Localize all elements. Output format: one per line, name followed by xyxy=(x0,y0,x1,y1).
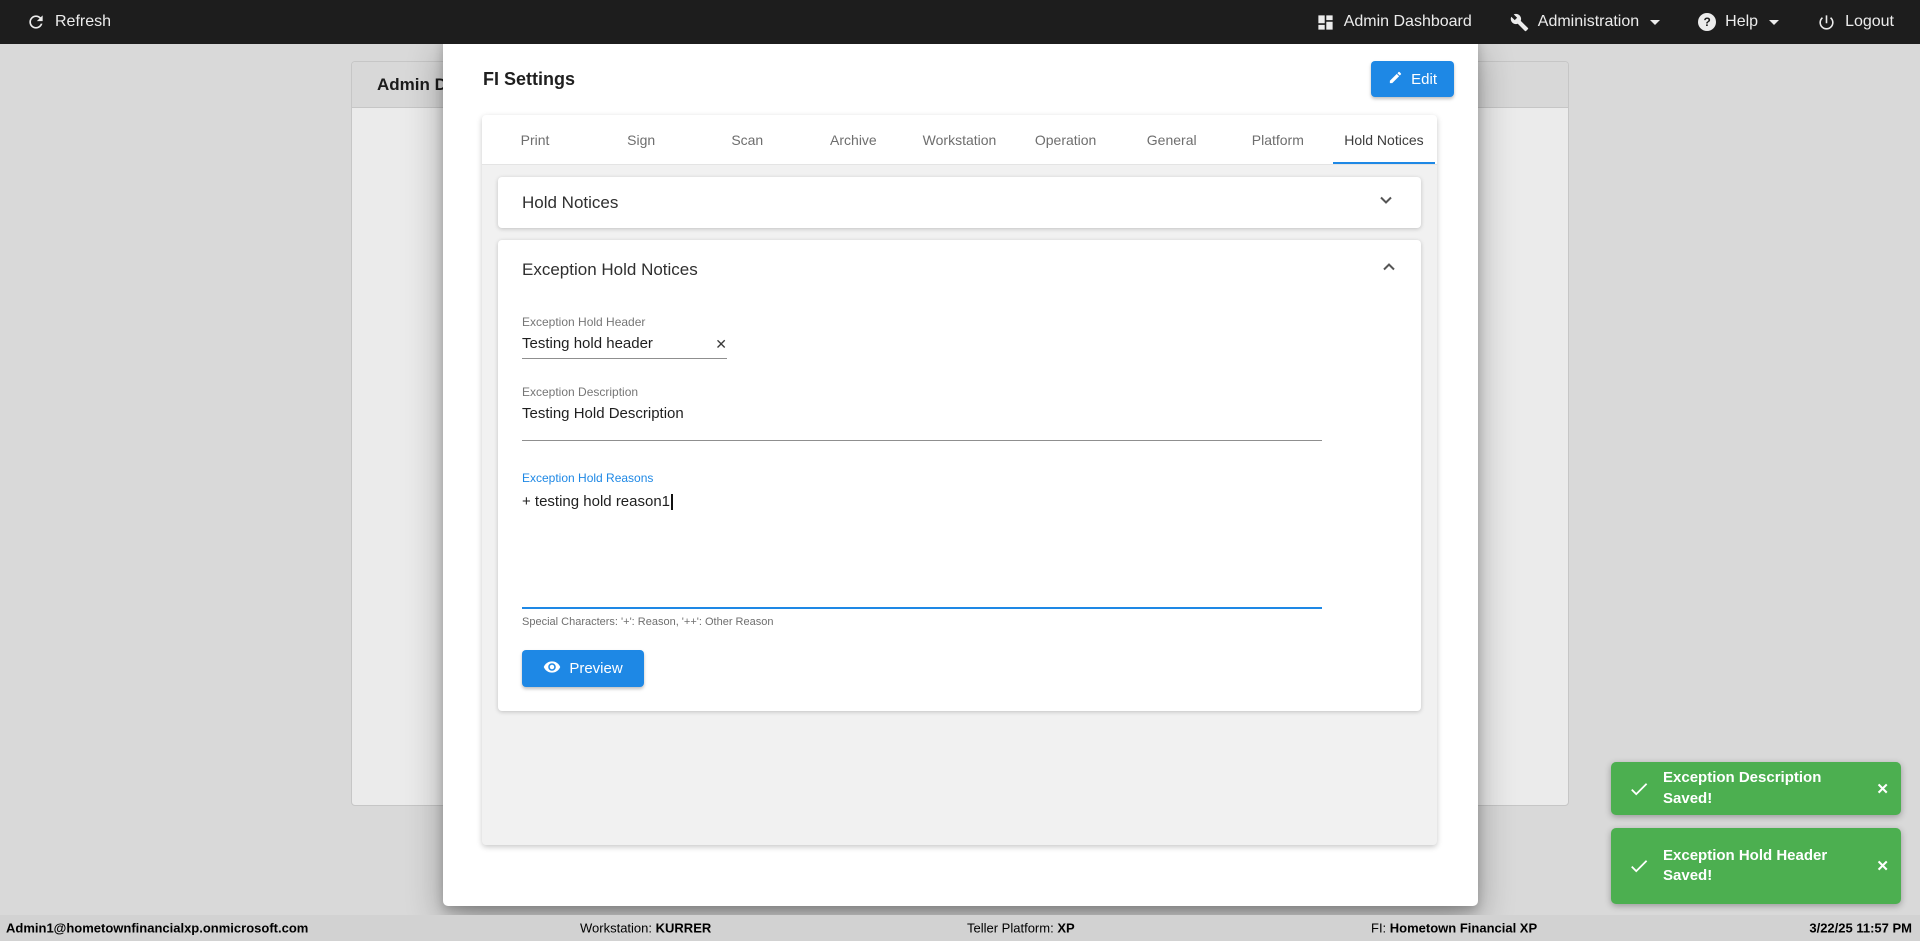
background-card-title: Admin D xyxy=(377,75,447,95)
chevron-down-icon xyxy=(1650,20,1660,25)
exception-description-label: Exception Description xyxy=(522,385,1397,399)
text-cursor xyxy=(671,494,673,510)
edit-button-label: Edit xyxy=(1411,71,1437,88)
close-icon[interactable]: ✕ xyxy=(1876,857,1889,875)
exception-panel-title: Exception Hold Notices xyxy=(522,260,698,280)
tab-general[interactable]: General xyxy=(1119,115,1225,164)
refresh-label: Refresh xyxy=(55,13,111,31)
footer-fi: FI: Hometown Financial XP xyxy=(1371,921,1537,936)
tab-scan[interactable]: Scan xyxy=(694,115,800,164)
footer-workstation: Workstation: KURRER xyxy=(580,921,711,936)
footer-teller-platform: Teller Platform: XP xyxy=(967,921,1075,936)
tab-workstation[interactable]: Workstation xyxy=(906,115,1012,164)
dashboard-icon xyxy=(1316,13,1335,32)
hold-notices-expansion-panel[interactable]: Hold Notices xyxy=(498,177,1421,228)
exception-description-value: Testing Hold Description xyxy=(522,405,684,422)
exception-hold-reasons-textarea[interactable]: + testing hold reason1 xyxy=(522,491,1322,609)
active-tab-indicator xyxy=(1333,162,1435,164)
top-navigation-bar: Refresh Admin Dashboard Administration ?… xyxy=(0,0,1920,44)
tab-label: Hold Notices xyxy=(1344,132,1423,148)
settings-card: Print Sign Scan Archive Workstation Oper… xyxy=(482,115,1437,845)
admin-dashboard-label: Admin Dashboard xyxy=(1344,13,1472,31)
administration-menu[interactable]: Administration xyxy=(1510,13,1660,32)
exception-hold-notices-panel: Exception Hold Notices Exception Hold He… xyxy=(498,240,1421,711)
exception-description-input[interactable]: Testing Hold Description xyxy=(522,405,1322,441)
check-icon xyxy=(1628,778,1650,800)
toast-message: Exception Hold Header Saved! xyxy=(1663,846,1863,887)
footer-fi-label: FI: xyxy=(1371,921,1386,936)
exception-hold-reasons-value: + testing hold reason1 xyxy=(522,493,670,510)
exception-hold-header-input[interactable]: Testing hold header ✕ xyxy=(522,335,727,359)
chevron-up-icon xyxy=(1381,259,1397,280)
footer-teller-platform-value: XP xyxy=(1057,921,1074,936)
fi-settings-dialog: FI Settings Edit Print Sign Scan Archive… xyxy=(443,37,1478,906)
footer-workstation-label: Workstation: xyxy=(580,921,652,936)
exception-hold-reasons-label: Exception Hold Reasons xyxy=(522,471,1397,485)
tab-label: Platform xyxy=(1252,132,1304,148)
hold-notices-panel-title: Hold Notices xyxy=(522,193,618,213)
tab-archive[interactable]: Archive xyxy=(800,115,906,164)
exception-hold-header-label: Exception Hold Header xyxy=(522,315,1397,329)
tab-label: Archive xyxy=(830,132,877,148)
tab-print[interactable]: Print xyxy=(482,115,588,164)
dialog-title: FI Settings xyxy=(483,69,575,90)
check-icon xyxy=(1628,855,1650,877)
logout-label: Logout xyxy=(1845,13,1894,31)
settings-tabbar: Print Sign Scan Archive Workstation Oper… xyxy=(482,115,1437,165)
toast-message: Exception Description Saved! xyxy=(1663,768,1863,809)
close-icon[interactable]: ✕ xyxy=(1876,780,1889,798)
footer-teller-platform-label: Teller Platform: xyxy=(967,921,1054,936)
help-menu[interactable]: ? Help xyxy=(1698,13,1779,31)
dialog-header: FI Settings Edit xyxy=(443,37,1478,115)
edit-button[interactable]: Edit xyxy=(1371,61,1454,97)
help-label: Help xyxy=(1725,13,1758,31)
preview-button[interactable]: Preview xyxy=(522,650,644,687)
footer-workstation-value: KURRER xyxy=(656,921,712,936)
administration-label: Administration xyxy=(1538,13,1639,31)
tab-operation[interactable]: Operation xyxy=(1013,115,1119,164)
chevron-down-icon xyxy=(1769,20,1779,25)
toast-exception-description-saved: Exception Description Saved! ✕ xyxy=(1611,762,1901,815)
refresh-button[interactable]: Refresh xyxy=(26,12,111,32)
tab-platform[interactable]: Platform xyxy=(1225,115,1331,164)
tab-label: Sign xyxy=(627,132,655,148)
tab-label: Operation xyxy=(1035,132,1096,148)
tab-label: General xyxy=(1147,132,1197,148)
admin-dashboard-button[interactable]: Admin Dashboard xyxy=(1316,13,1472,32)
eye-icon xyxy=(543,658,561,680)
footer-datetime: 3/22/25 11:57 PM xyxy=(1809,921,1912,936)
chevron-down-icon xyxy=(1378,192,1394,213)
tab-label: Print xyxy=(521,132,550,148)
footer-user-email: Admin1@hometownfinancialxp.onmicrosoft.c… xyxy=(6,921,308,936)
toast-exception-hold-header-saved: Exception Hold Header Saved! ✕ xyxy=(1611,828,1901,904)
refresh-icon xyxy=(26,12,46,32)
tab-hold-notices[interactable]: Hold Notices xyxy=(1331,115,1437,164)
help-icon: ? xyxy=(1698,13,1716,31)
tab-sign[interactable]: Sign xyxy=(588,115,694,164)
exception-hold-header-value: Testing hold header xyxy=(522,335,715,352)
clear-input-icon[interactable]: ✕ xyxy=(715,337,727,351)
tab-label: Workstation xyxy=(923,132,997,148)
hold-notices-tab-content: Hold Notices Exception Hold Notices Exce… xyxy=(482,165,1437,723)
exception-panel-header[interactable]: Exception Hold Notices xyxy=(522,240,1397,299)
tab-label: Scan xyxy=(731,132,763,148)
footer-fi-value: Hometown Financial XP xyxy=(1390,921,1537,936)
preview-button-label: Preview xyxy=(569,660,622,677)
special-characters-hint: Special Characters: '+': Reason, '++': O… xyxy=(522,616,1397,628)
wrench-icon xyxy=(1510,13,1529,32)
power-icon xyxy=(1817,13,1836,32)
logout-button[interactable]: Logout xyxy=(1817,13,1894,32)
pencil-icon xyxy=(1388,70,1403,89)
status-footer: Admin1@hometownfinancialxp.onmicrosoft.c… xyxy=(0,915,1920,941)
